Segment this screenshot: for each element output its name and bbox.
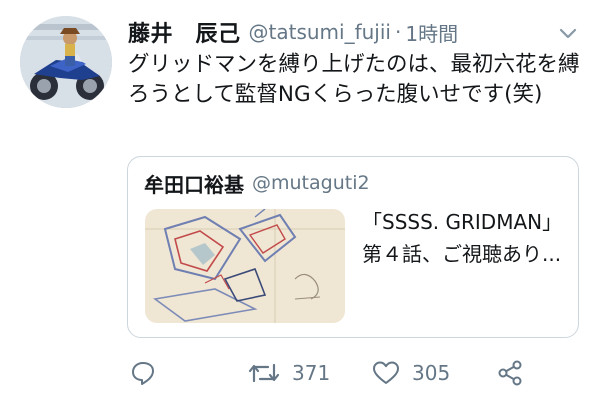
- retweet-icon: [248, 363, 280, 383]
- retweet-button[interactable]: 371: [248, 355, 330, 391]
- avatar-image: [20, 16, 112, 108]
- tweet[interactable]: 藤井 辰己 @tatsumi_fujii · 1時間 グリッドマンを縛り上げたの…: [0, 0, 600, 403]
- share-icon: [498, 360, 522, 386]
- like-count: 305: [412, 361, 451, 385]
- author-display-name[interactable]: 藤井 辰己: [128, 16, 241, 48]
- quoted-media-image: [145, 209, 345, 323]
- chevron-down-icon: [559, 28, 577, 39]
- reply-button[interactable]: [130, 355, 156, 391]
- more-options-button[interactable]: [557, 22, 579, 44]
- tweet-header: 藤井 辰己 @tatsumi_fujii · 1時間: [128, 14, 458, 50]
- quoted-media-thumbnail[interactable]: [145, 209, 345, 323]
- timestamp[interactable]: 1時間: [405, 18, 458, 47]
- tweet-text: グリッドマンを縛り上げたのは、最初六花を縛ろうとして監督NGくらった腹いせです(…: [128, 52, 580, 107]
- reply-icon: [132, 362, 154, 385]
- share-button[interactable]: [496, 355, 524, 391]
- quoted-tweet-text: 「SSSS. GRIDMAN」第４話、ご視聴あり...: [362, 210, 563, 266]
- quoted-author-handle: @mutaguti2: [252, 172, 370, 194]
- avatar[interactable]: [20, 16, 112, 108]
- tweet-actions: 371 305: [0, 355, 600, 391]
- quoted-tweet-header: 牟田口裕基 @mutaguti2: [144, 167, 370, 199]
- like-button[interactable]: 305: [372, 355, 450, 391]
- separator-dot: ·: [394, 20, 402, 44]
- like-icon: [373, 361, 399, 384]
- retweet-count: 371: [292, 361, 331, 385]
- author-handle[interactable]: @tatsumi_fujii: [249, 20, 391, 44]
- quoted-author-display-name: 牟田口裕基: [144, 172, 244, 197]
- quoted-tweet-card[interactable]: 牟田口裕基 @mutaguti2 「SSSS. GRIDMAN」第４話、ご視聴あ…: [127, 156, 579, 338]
